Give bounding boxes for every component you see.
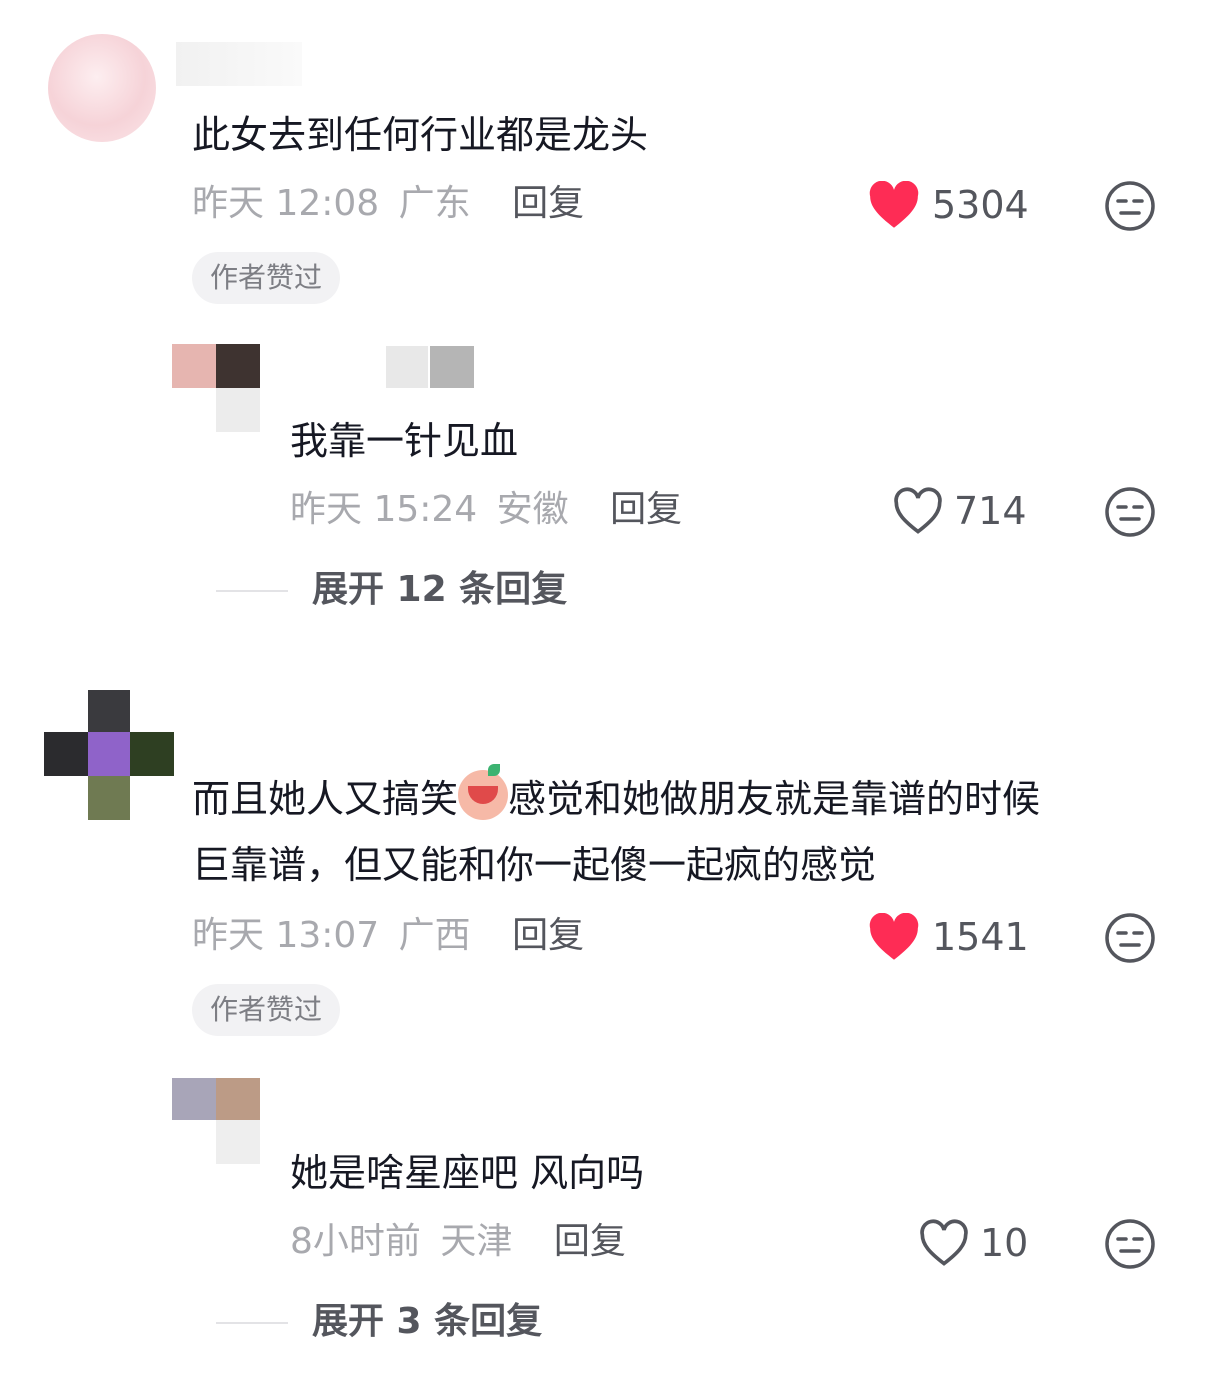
meh-face-icon [1105,913,1155,963]
avatar[interactable] [44,690,174,820]
expand-divider [216,1322,288,1324]
reply-time: 昨天 15:24 [290,489,478,530]
meh-face-icon [1105,181,1155,231]
reply-meta: 昨天 15:24 安徽 回复 [290,488,682,532]
comment-text-part1: 而且她人又搞笑 [192,777,459,821]
dislike-button[interactable] [1104,486,1156,542]
username-redacted[interactable] [176,42,302,86]
author-liked-badge: 作者赞过 [192,984,341,1036]
expand-replies-button[interactable]: 展开 3 条回复 [312,1300,542,1344]
reply-button[interactable]: 回复 [610,489,682,530]
crying-laugh-emoji [458,764,509,820]
comment-text: 此女去到任何行业都是龙头 [192,113,649,157]
comment-meta: 昨天 12:08 广东 回复 [192,182,584,226]
reply-button[interactable]: 回复 [512,915,584,956]
like-count: 10 [980,1221,1029,1265]
comment-text-part2: 感觉和她做朋友就是靠谱的时候 [508,777,1041,821]
comment-meta: 昨天 13:07 广西 回复 [192,914,584,958]
like-count: 5304 [932,183,1029,227]
comment-location: 广东 [398,183,471,224]
reply-button[interactable]: 回复 [554,1221,626,1262]
avatar[interactable] [48,34,156,142]
like-count: 1541 [932,915,1029,959]
author-liked-badge: 作者赞过 [192,252,341,304]
meh-face-icon [1105,487,1155,537]
reply-time: 8小时前 [290,1221,421,1262]
meh-face-icon [1105,1219,1155,1269]
like-button[interactable]: 1541 [868,912,1029,962]
reply-avatar[interactable] [172,344,260,432]
like-button[interactable]: 10 [918,1218,1028,1268]
comment-time: 昨天 13:07 [192,915,380,956]
like-button[interactable]: 714 [892,486,1027,536]
reply-location: 安徽 [496,489,569,530]
heart-filled-icon [869,181,919,228]
expand-replies-button[interactable]: 展开 12 条回复 [312,568,567,612]
expand-divider [216,590,288,592]
dislike-button[interactable] [1104,180,1156,236]
heart-filled-icon [869,913,919,960]
reply-button[interactable]: 回复 [512,183,584,224]
reply-location: 天津 [440,1221,513,1262]
comment-time: 昨天 12:08 [192,183,380,224]
reply-meta: 8小时前 天津 回复 [290,1220,626,1264]
comment-text-line2: 巨靠谱，但又能和你一起傻一起疯的感觉 [192,843,877,887]
reply-text: 我靠一针见血 [290,419,519,463]
like-count: 714 [954,489,1027,533]
like-button[interactable]: 5304 [868,180,1029,230]
dislike-button[interactable] [1104,912,1156,968]
reply-username-redacted[interactable] [290,346,474,388]
comment-location: 广西 [398,915,471,956]
comment-text: 而且她人又搞笑 感觉和她做朋友就是靠谱的时候 [192,764,1041,828]
dislike-button[interactable] [1104,1218,1156,1274]
reply-avatar[interactable] [172,1078,260,1166]
reply-text: 她是啥星座吧 风向吗 [290,1151,645,1195]
heart-outline-icon [894,487,942,534]
heart-outline-icon [920,1219,968,1266]
